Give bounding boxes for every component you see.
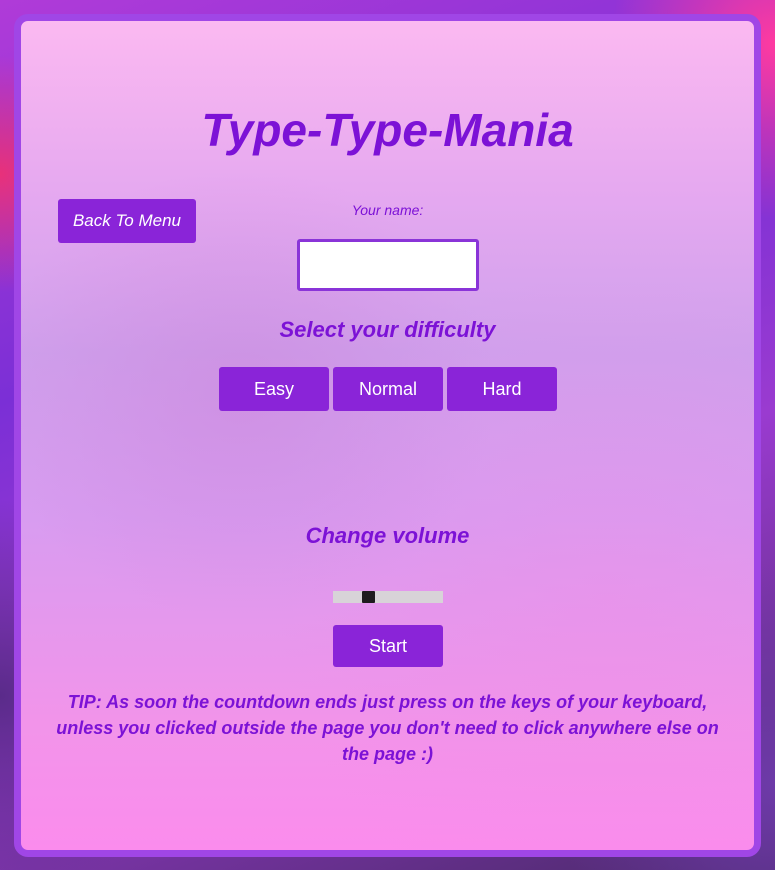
easy-button[interactable]: Easy — [219, 367, 329, 411]
name-label: Your name: — [351, 202, 424, 218]
difficulty-heading: Select your difficulty — [279, 317, 496, 342]
name-input[interactable] — [297, 239, 479, 291]
volume-slider-thumb[interactable] — [362, 591, 375, 603]
hard-button[interactable]: Hard — [447, 367, 557, 411]
difficulty-button-group: Easy Normal Hard — [219, 367, 557, 411]
volume-slider[interactable] — [333, 591, 443, 603]
game-panel: Type-Type-Mania Back To Menu Your name: … — [14, 14, 761, 857]
tip-text: TIP: As soon the countdown ends just pre… — [56, 692, 719, 764]
volume-heading: Change volume — [305, 523, 470, 548]
start-button[interactable]: Start — [333, 625, 443, 667]
normal-button[interactable]: Normal — [333, 367, 443, 411]
page-title: Type-Type-Mania — [201, 104, 574, 156]
